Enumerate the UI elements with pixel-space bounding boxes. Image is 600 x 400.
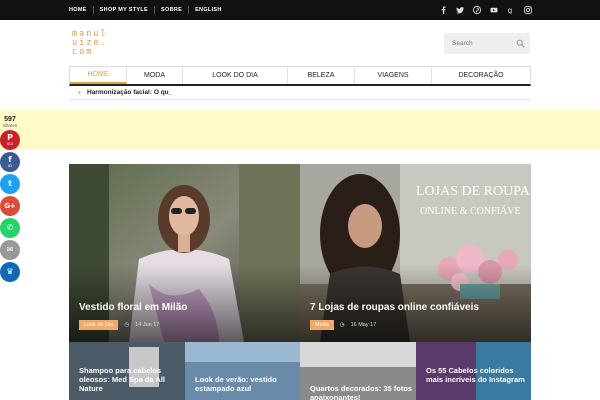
pinterest-icon[interactable] bbox=[473, 6, 481, 14]
share-bar: 597 Shares P 513 f 83 t G+ ✆ ✉ ♛ bbox=[0, 113, 20, 282]
post-card[interactable]: Shampoo para cabelos oleosos: Med Spa da… bbox=[69, 342, 185, 400]
top-nav-english[interactable]: ENGLISH bbox=[195, 7, 222, 13]
sumome-icon: ♛ bbox=[6, 267, 14, 276]
divider bbox=[188, 6, 190, 14]
post-card-title[interactable]: Quartos decorados: 35 fotos apaixonantes… bbox=[310, 384, 415, 400]
whatsapp-icon: ✆ bbox=[6, 223, 14, 232]
ticker-bullet-icon: ● bbox=[78, 90, 82, 96]
post-card-image bbox=[185, 342, 300, 362]
social-links: g bbox=[439, 0, 532, 20]
post-card[interactable]: Look de verão: vestido estampado azul bbox=[185, 342, 300, 400]
search-icon[interactable] bbox=[516, 39, 525, 48]
nav-item-viagens[interactable]: VIAGENS bbox=[355, 67, 432, 84]
top-nav-home[interactable]: HOME bbox=[69, 7, 87, 13]
post-card[interactable]: Quartos decorados: 35 fotos apaixonantes… bbox=[300, 342, 416, 400]
facebook-share-button[interactable]: f 83 bbox=[0, 152, 20, 172]
top-nav: HOME SHOP MY STYLE SOBRE ENGLISH bbox=[69, 0, 222, 20]
youtube-icon[interactable] bbox=[490, 6, 498, 14]
news-ticker: ● Harmonização facial: O qu_ bbox=[69, 88, 531, 100]
top-bar: HOME SHOP MY STYLE SOBRE ENGLISH g bbox=[0, 0, 600, 20]
nav-item-beleza[interactable]: BELEZA bbox=[288, 67, 355, 84]
instagram-icon[interactable] bbox=[524, 6, 532, 14]
post-card[interactable]: Os 55 Cabelos coloridos mais incríveis d… bbox=[416, 342, 531, 400]
post-date: 14 Jun 17 bbox=[135, 322, 160, 328]
twitter-icon: t bbox=[8, 179, 12, 188]
pinterest-icon: P bbox=[7, 133, 13, 142]
featured-post-title[interactable]: Vestido floral em Milão bbox=[79, 302, 187, 313]
email-icon: ✉ bbox=[6, 245, 14, 254]
category-badge[interactable]: Moda bbox=[310, 320, 334, 330]
main-nav: HOME MODA LOOK DO DIA BELEZA VIAGENS DEC… bbox=[69, 66, 531, 86]
pinterest-share-button[interactable]: P 513 bbox=[0, 130, 20, 150]
search-input[interactable] bbox=[444, 33, 514, 54]
ad-banner bbox=[0, 110, 600, 149]
googleplus-icon[interactable]: g bbox=[507, 6, 515, 14]
nav-item-decoracao[interactable]: DECORAÇÃO bbox=[432, 67, 530, 84]
divider bbox=[92, 6, 94, 14]
pinterest-share-count: 513 bbox=[7, 142, 13, 146]
nav-item-moda[interactable]: MODA bbox=[127, 67, 183, 84]
sumome-share-button[interactable]: ♛ bbox=[0, 262, 20, 282]
share-count-label: Shares bbox=[2, 123, 18, 128]
divider bbox=[154, 6, 156, 14]
post-card-title[interactable]: Shampoo para cabelos oleosos: Med Spa da… bbox=[79, 366, 184, 393]
facebook-share-count: 83 bbox=[8, 164, 12, 168]
share-count-number: 597 bbox=[4, 116, 16, 123]
whatsapp-share-button[interactable]: ✆ bbox=[0, 218, 20, 238]
featured-post[interactable]: LOJAS DE ROUPA ONLINE & CONFIÁVE 7 Lojas… bbox=[300, 164, 531, 342]
post-date: 16 May 17 bbox=[350, 322, 377, 328]
post-card-image bbox=[300, 342, 416, 367]
image-text: ONLINE & CONFIÁVE bbox=[420, 205, 521, 217]
post-meta: Look do Dia ◷ 14 Jun 17 bbox=[79, 320, 159, 330]
share-count: 597 Shares bbox=[0, 113, 20, 128]
nav-item-look-do-dia[interactable]: LOOK DO DIA bbox=[183, 67, 288, 84]
email-share-button[interactable]: ✉ bbox=[0, 240, 20, 260]
post-card-title[interactable]: Look de verão: vestido estampado azul bbox=[195, 375, 300, 393]
googleplus-icon: G+ bbox=[4, 202, 16, 210]
post-card-title[interactable]: Os 55 Cabelos coloridos mais incríveis d… bbox=[426, 366, 531, 384]
facebook-icon[interactable] bbox=[439, 6, 447, 14]
ticker-text[interactable]: Harmonização facial: O qu_ bbox=[87, 89, 172, 96]
featured-post-title[interactable]: 7 Lojas de roupas online confiáveis bbox=[310, 302, 479, 313]
post-meta: Moda ◷ 16 May 17 bbox=[310, 320, 376, 330]
nav-item-home[interactable]: HOME bbox=[70, 67, 127, 84]
site-logo[interactable]: manuluize.com bbox=[72, 30, 108, 57]
featured-post[interactable]: Vestido floral em Milão Look do Dia ◷ 14… bbox=[69, 164, 300, 342]
top-nav-shop-my-style[interactable]: SHOP MY STYLE bbox=[100, 7, 148, 13]
googleplus-share-button[interactable]: G+ bbox=[0, 196, 20, 216]
search-box bbox=[444, 33, 530, 54]
twitter-icon[interactable] bbox=[456, 6, 464, 14]
image-text: LOJAS DE ROUPA bbox=[416, 184, 531, 199]
category-badge[interactable]: Look do Dia bbox=[79, 320, 119, 330]
top-nav-sobre[interactable]: SOBRE bbox=[161, 7, 182, 13]
clock-icon: ◷ bbox=[124, 322, 130, 328]
twitter-share-button[interactable]: t bbox=[0, 174, 20, 194]
facebook-icon: f bbox=[8, 155, 12, 164]
svg-text:g: g bbox=[508, 6, 513, 14]
clock-icon: ◷ bbox=[339, 322, 345, 328]
